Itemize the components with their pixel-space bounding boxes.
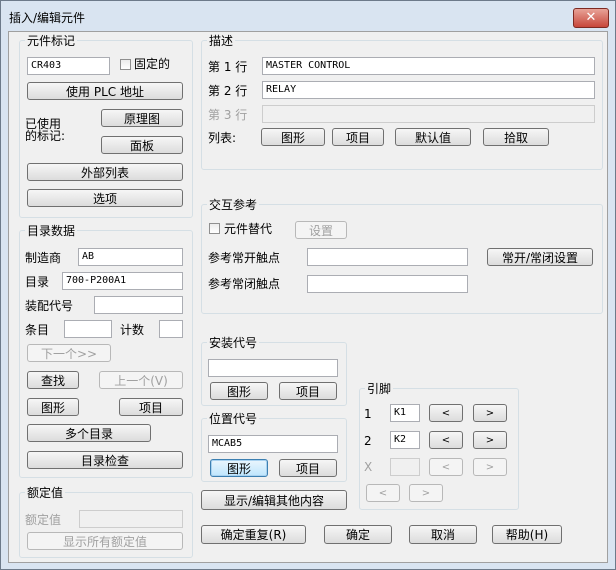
installation-group-label: 安装代号	[207, 336, 260, 350]
location-group-label: 位置代号	[207, 412, 260, 426]
help-button[interactable]: 帮助(H)	[492, 525, 562, 544]
dialog-body: 元件标记 CR403 固定的 使用 PLC 地址 已使用 的标记: 原理图 面板…	[8, 31, 608, 563]
item-label: 条目	[25, 323, 50, 337]
assembly-input[interactable]	[94, 296, 183, 314]
override-setup-button[interactable]: 设置	[295, 221, 347, 239]
pin1-prev-button[interactable]: <	[429, 404, 463, 422]
chevron-left-icon: <	[441, 407, 451, 419]
rating-input[interactable]	[79, 510, 183, 528]
line3-input[interactable]	[262, 105, 595, 123]
catalog-drawing-button[interactable]: 图形	[27, 398, 79, 416]
catalog-input[interactable]: 700-P200A1	[62, 272, 183, 290]
assembly-label: 装配代号	[25, 299, 74, 313]
panel-button[interactable]: 面板	[101, 136, 183, 154]
component-tag-group-label: 元件标记	[25, 34, 78, 48]
next-button[interactable]: 下一个>>	[27, 344, 111, 362]
ratings-group-label: 额定值	[25, 486, 66, 500]
installation-project-button[interactable]: 项目	[279, 382, 337, 400]
location-drawing-button[interactable]: 图形	[210, 459, 268, 477]
show-all-ratings-button[interactable]: 显示所有额定值	[27, 532, 183, 550]
title-bar: 插入/编辑元件 ✕	[1, 1, 615, 31]
count-label: 计数	[120, 323, 145, 337]
manufacturer-input[interactable]: AB	[78, 248, 183, 266]
catalog-label: 目录	[25, 275, 50, 289]
pins-group-label: 引脚	[365, 382, 394, 396]
lookup-button[interactable]: 查找	[27, 371, 79, 389]
fixed-checkbox[interactable]	[120, 59, 131, 70]
ok-repeat-button[interactable]: 确定重复(R)	[201, 525, 306, 544]
options-button[interactable]: 选项	[27, 189, 183, 207]
pin2-next-button[interactable]: >	[473, 431, 507, 449]
location-input[interactable]: MCAB5	[208, 435, 338, 453]
pinx-prev-button[interactable]: <	[429, 458, 463, 476]
pick-button[interactable]: 拾取	[483, 128, 549, 146]
catalog-data-group-label: 目录数据	[25, 224, 78, 238]
pin-list-next-button[interactable]: >	[409, 484, 443, 502]
pin2-input[interactable]: K2	[390, 431, 420, 449]
line1-label: 第 1 行	[208, 60, 248, 74]
pin1-label: 1	[364, 407, 372, 421]
count-input[interactable]	[159, 320, 183, 338]
chevron-right-icon: >	[421, 487, 431, 499]
external-list-button[interactable]: 外部列表	[27, 163, 183, 181]
component-tag-input[interactable]: CR403	[27, 57, 110, 75]
defaults-button[interactable]: 默认值	[395, 128, 471, 146]
line2-input[interactable]: RELAY	[262, 81, 595, 99]
rating-label: 额定值	[25, 513, 62, 527]
nc-contacts-input[interactable]	[307, 275, 468, 293]
no-contacts-input[interactable]	[307, 248, 468, 266]
pinx-input[interactable]	[390, 458, 420, 476]
pinx-label: X	[364, 460, 373, 474]
pin-list-prev-button[interactable]: <	[366, 484, 400, 502]
no-nc-setup-button[interactable]: 常开/常闭设置	[487, 248, 593, 266]
pin2-label: 2	[364, 434, 372, 448]
pin1-next-button[interactable]: >	[473, 404, 507, 422]
multiple-catalog-button[interactable]: 多个目录	[27, 424, 151, 442]
description-drawing-button[interactable]: 图形	[261, 128, 325, 146]
catalog-check-button[interactable]: 目录检查	[27, 451, 183, 469]
installation-input[interactable]	[208, 359, 338, 377]
component-override-checkbox[interactable]	[209, 223, 220, 234]
no-contacts-label: 参考常开触点	[208, 251, 281, 265]
fixed-label: 固定的	[134, 57, 171, 71]
previous-button[interactable]: 上一个(V)	[99, 371, 183, 389]
item-input[interactable]	[64, 320, 112, 338]
used-tags-label-line2: 的标记:	[25, 129, 66, 143]
installation-drawing-button[interactable]: 图形	[210, 382, 268, 400]
line1-input[interactable]: MASTER CONTROL	[262, 57, 595, 75]
description-project-button[interactable]: 项目	[332, 128, 384, 146]
cancel-button[interactable]: 取消	[409, 525, 477, 544]
close-button[interactable]: ✕	[573, 8, 609, 28]
chevron-left-icon: <	[441, 434, 451, 446]
chevron-right-icon: >	[485, 407, 495, 419]
component-override-label: 元件替代	[224, 222, 273, 236]
schematic-button[interactable]: 原理图	[101, 109, 183, 127]
catalog-project-button[interactable]: 项目	[119, 398, 183, 416]
cross-reference-group-label: 交互参考	[207, 198, 260, 212]
location-project-button[interactable]: 项目	[279, 459, 337, 477]
window-title: 插入/编辑元件	[9, 11, 86, 25]
manufacturer-label: 制造商	[25, 251, 62, 265]
pin1-input[interactable]: K1	[390, 404, 420, 422]
dialog-window: 插入/编辑元件 ✕ 元件标记 CR403 固定的 使用 PLC 地址 已使用 的…	[0, 0, 616, 570]
show-edit-misc-button[interactable]: 显示/编辑其他内容	[201, 490, 347, 510]
chevron-left-icon: <	[378, 487, 388, 499]
ok-button[interactable]: 确定	[324, 525, 392, 544]
chevron-left-icon: <	[441, 461, 451, 473]
line2-label: 第 2 行	[208, 84, 248, 98]
use-plc-address-button[interactable]: 使用 PLC 地址	[27, 82, 183, 100]
description-group-label: 描述	[207, 34, 236, 48]
chevron-right-icon: >	[485, 461, 495, 473]
pinx-next-button[interactable]: >	[473, 458, 507, 476]
pin2-prev-button[interactable]: <	[429, 431, 463, 449]
line3-label: 第 3 行	[208, 108, 248, 122]
list-label: 列表:	[208, 131, 237, 145]
chevron-right-icon: >	[485, 434, 495, 446]
nc-contacts-label: 参考常闭触点	[208, 277, 281, 291]
